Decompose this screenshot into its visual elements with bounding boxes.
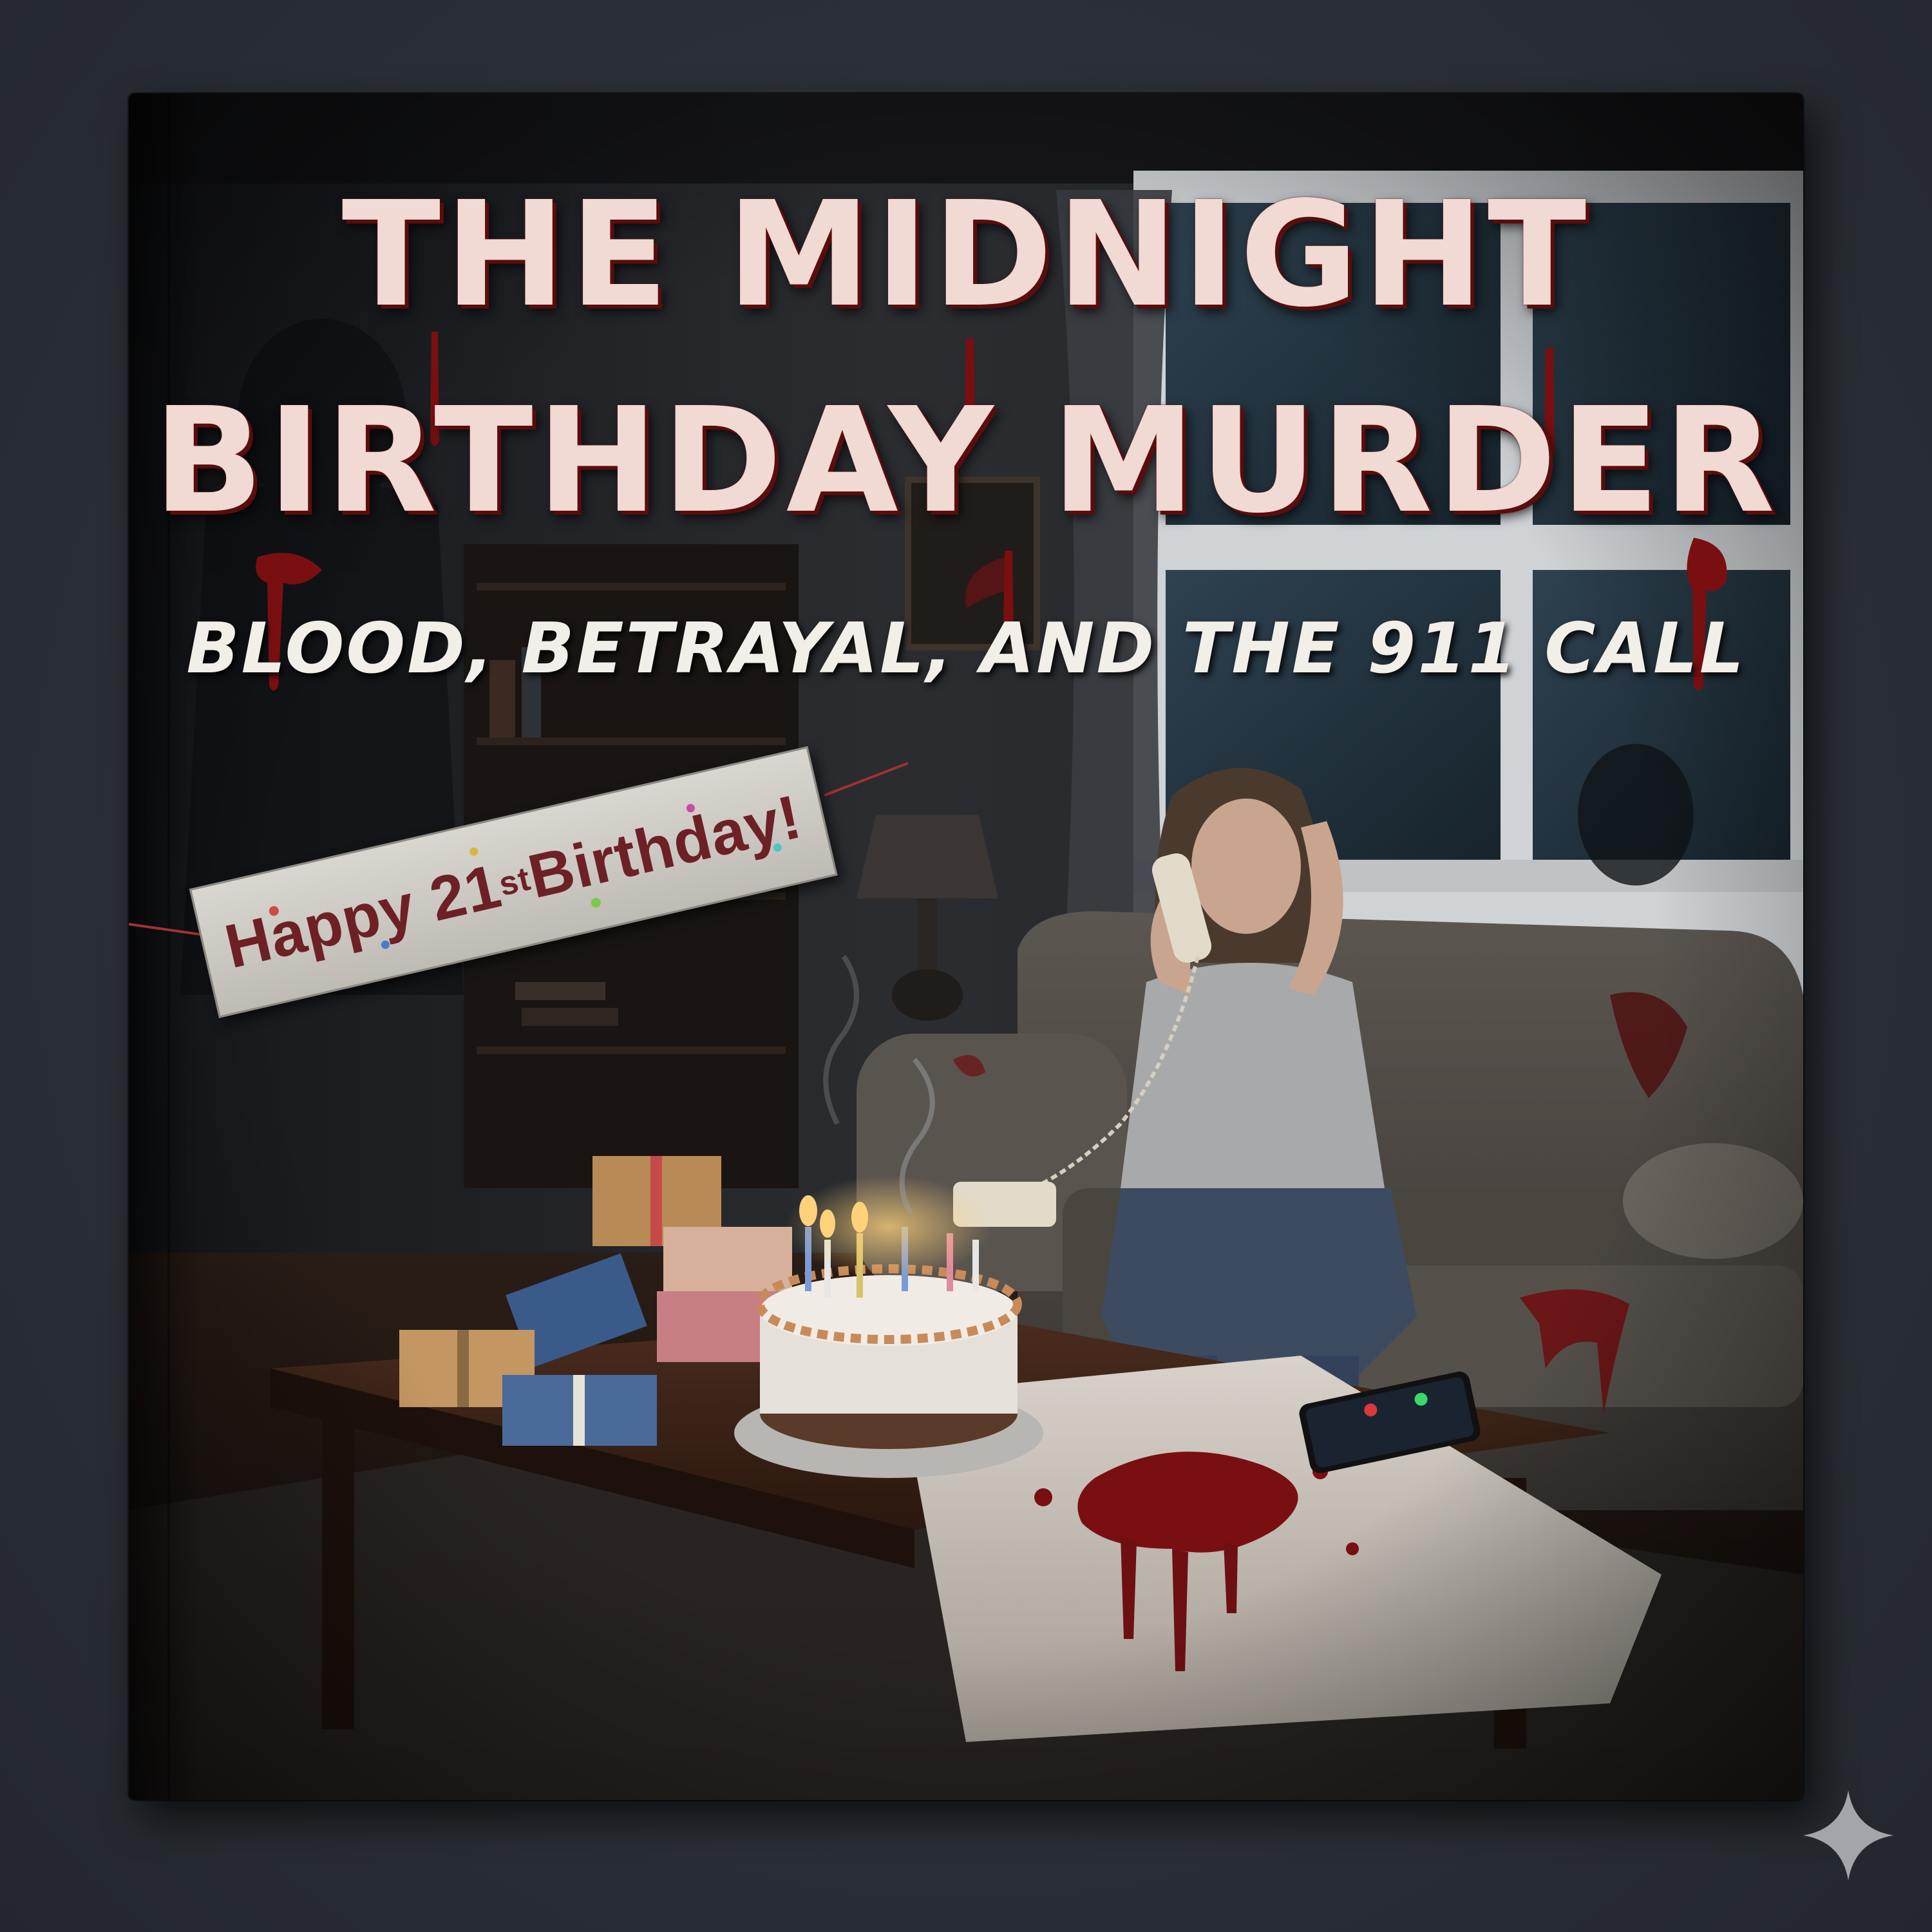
- subtitle: BLOOD, BETRAYAL, AND THE 911 CALL: [186, 609, 1746, 689]
- title-line-2: BIRTHDAY MURDER: [153, 377, 1779, 545]
- title-line-1: THE MIDNIGHT: [341, 171, 1591, 339]
- book-cover: THE MIDNIGHT BIRTHDAY MURDER BLOOD, BETR…: [129, 93, 1803, 1800]
- sparkle-icon: [1803, 1790, 1893, 1880]
